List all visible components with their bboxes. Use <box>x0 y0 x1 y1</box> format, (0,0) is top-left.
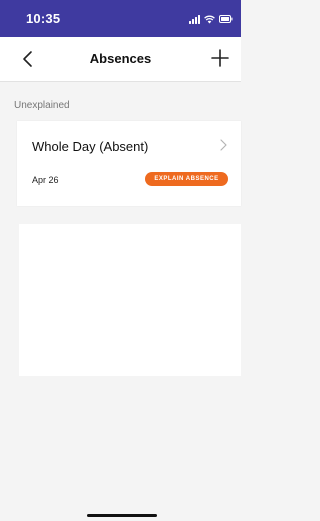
plus-icon <box>211 49 229 67</box>
home-indicator[interactable] <box>87 514 157 517</box>
signal-icon <box>189 14 200 24</box>
status-icons <box>189 14 233 24</box>
absence-date: Apr 26 <box>32 175 59 185</box>
section-header-unexplained: Unexplained <box>14 100 70 111</box>
chevron-right-icon <box>220 139 227 151</box>
add-absence-button[interactable] <box>209 47 231 69</box>
absence-card[interactable]: Whole Day (Absent) Apr 26 EXPLAIN ABSENC… <box>17 121 241 206</box>
wifi-icon <box>204 15 215 24</box>
absence-title: Whole Day (Absent) <box>32 139 149 154</box>
status-time: 10:35 <box>26 11 61 26</box>
status-bar: 10:35 <box>0 0 241 37</box>
explain-absence-button[interactable]: EXPLAIN ABSENCE <box>145 172 228 186</box>
empty-panel <box>19 224 241 376</box>
battery-icon <box>219 15 233 23</box>
page-title: Absences <box>89 51 152 66</box>
navigation-bar: Absences <box>0 37 241 82</box>
